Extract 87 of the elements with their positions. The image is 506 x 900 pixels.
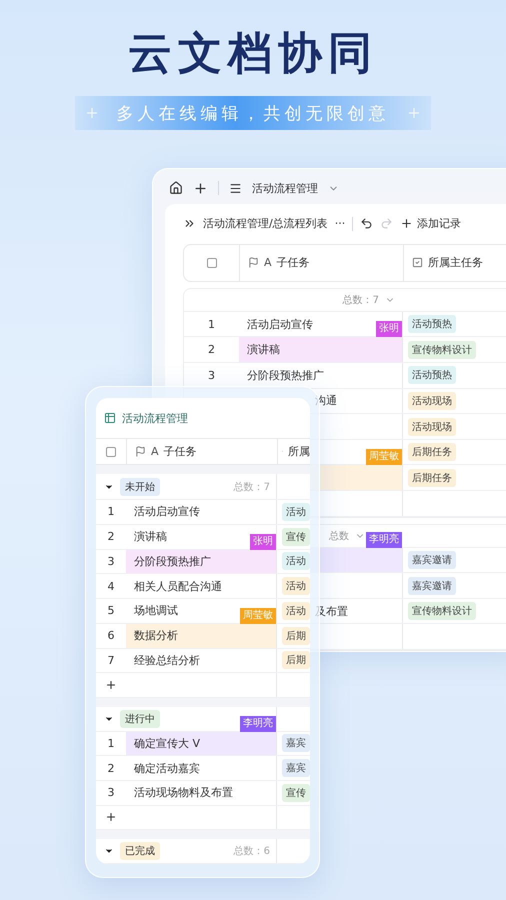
document-title[interactable]: 活动流程管理 (252, 180, 318, 196)
parent-task-tag: 宣传物料设计 (408, 602, 476, 620)
flag-icon (135, 446, 146, 458)
group-total: 总数：6 (234, 844, 270, 858)
row-number: 3 (108, 786, 114, 800)
row-number: 5 (108, 604, 114, 618)
row-number: 2 (108, 762, 114, 775)
collaborator-label: 李明亮 (240, 716, 276, 732)
row-number: 1 (208, 318, 215, 331)
add-record-button[interactable]: 添加记录 (400, 216, 462, 232)
field-type-mark: A (264, 256, 272, 270)
parent-task-tag: 宣传 (282, 528, 310, 546)
parent-task-tag: 活动 (282, 602, 310, 620)
field-type-mark: A (151, 445, 159, 458)
table-title: 活动流程管理 (122, 410, 188, 426)
row-number: 2 (108, 530, 114, 544)
parent-task-tag: 后期任务 (408, 443, 456, 462)
group-total: 总数：7 (342, 294, 379, 307)
task-name: 活动现场物料及布置 (134, 785, 233, 800)
checkbox[interactable] (206, 258, 216, 268)
row-number: 1 (108, 736, 114, 750)
task-name: 数据分析 (134, 628, 178, 644)
sparkle-icon (409, 108, 419, 118)
parent-task-tag: 活动预热 (408, 366, 456, 384)
menu-icon[interactable] (229, 182, 242, 195)
undo-icon[interactable] (360, 217, 374, 230)
collaborator-label: 张明 (376, 321, 402, 338)
collaborator-label: 周莹敏 (366, 449, 402, 466)
table-icon (104, 412, 116, 424)
task-name: 分阶段预热推广 (247, 368, 324, 383)
headline: 云文档协同 (128, 27, 378, 81)
more-button[interactable]: ··· (334, 217, 346, 230)
plus-icon (105, 811, 117, 824)
parent-task-tag: 活动现场 (408, 392, 456, 410)
task-name: 沟通 (315, 393, 337, 408)
task-name: 分阶段预热推广 (134, 554, 211, 569)
column-header[interactable]: 所属 (288, 444, 310, 460)
task-name: 场地调试 (134, 603, 178, 618)
row-number: 7 (108, 654, 114, 667)
sparkle-icon (87, 108, 97, 118)
group-label[interactable]: 已完成 (120, 842, 160, 860)
parent-task-tag: 活动预热 (408, 315, 456, 334)
task-name: 确定宣传大 V (134, 736, 200, 751)
flag-icon (248, 257, 259, 268)
task-name: 活动启动宣传 (247, 316, 313, 332)
group-total: 总数：7 (234, 480, 270, 494)
parent-task-tag: 后期任务 (408, 468, 456, 487)
task-name: 相关人员配合沟通 (134, 578, 222, 594)
group-label[interactable]: 未开始 (120, 478, 160, 496)
column-header[interactable]: 所属主任务 (428, 255, 483, 270)
add-icon[interactable] (193, 180, 208, 196)
row-number: 6 (108, 629, 114, 642)
collaborator-label: 李明亮 (366, 532, 402, 548)
parent-task-tag: 活动 (282, 552, 310, 570)
parent-task-tag: 活动现场 (408, 418, 456, 436)
row-number: 1 (108, 505, 114, 518)
group-label[interactable]: 进行中 (120, 710, 160, 728)
row-number: 3 (208, 368, 215, 382)
group-total: 总数 (329, 530, 349, 543)
task-name: 活动启动宣传 (134, 504, 200, 520)
task-name: 确定活动嘉宾 (134, 760, 200, 776)
parent-task-tag: 宣传 (282, 784, 310, 802)
row-number: 2 (208, 343, 215, 356)
parent-task-tag: 活动 (282, 577, 310, 596)
collaborator-label: 周莹敏 (240, 608, 276, 624)
task-name: 演讲稿 (247, 342, 280, 358)
parent-task-tag: 嘉宾 (282, 734, 310, 752)
checkbox[interactable] (106, 446, 116, 457)
column-header[interactable]: 子任务 (276, 255, 310, 270)
column-header[interactable]: 子任务 (164, 444, 197, 460)
breadcrumb: 活动流程管理/总流程列表 (203, 216, 328, 232)
parent-task-tag: 后期 (282, 626, 310, 645)
parent-task-tag: 后期 (282, 651, 310, 670)
plus-icon (400, 217, 414, 230)
home-icon[interactable] (169, 181, 183, 196)
parent-task-tag: 嘉宾 (282, 759, 310, 778)
row-number: 4 (108, 580, 114, 593)
collaborator-label: 张明 (250, 534, 276, 550)
plus-icon (105, 678, 117, 691)
task-name: 经验总结分析 (134, 652, 200, 668)
row-number: 3 (108, 554, 114, 568)
parent-task-tag: 活动 (282, 502, 310, 521)
parent-task-tag: 宣传物料设计 (408, 340, 476, 359)
tagline: 多人在线编辑，共创无限创意 (116, 102, 390, 124)
task-name: 演讲稿 (134, 529, 167, 544)
parent-task-tag: 嘉宾邀请 (408, 576, 456, 595)
parent-task-tag: 嘉宾邀请 (408, 550, 456, 569)
